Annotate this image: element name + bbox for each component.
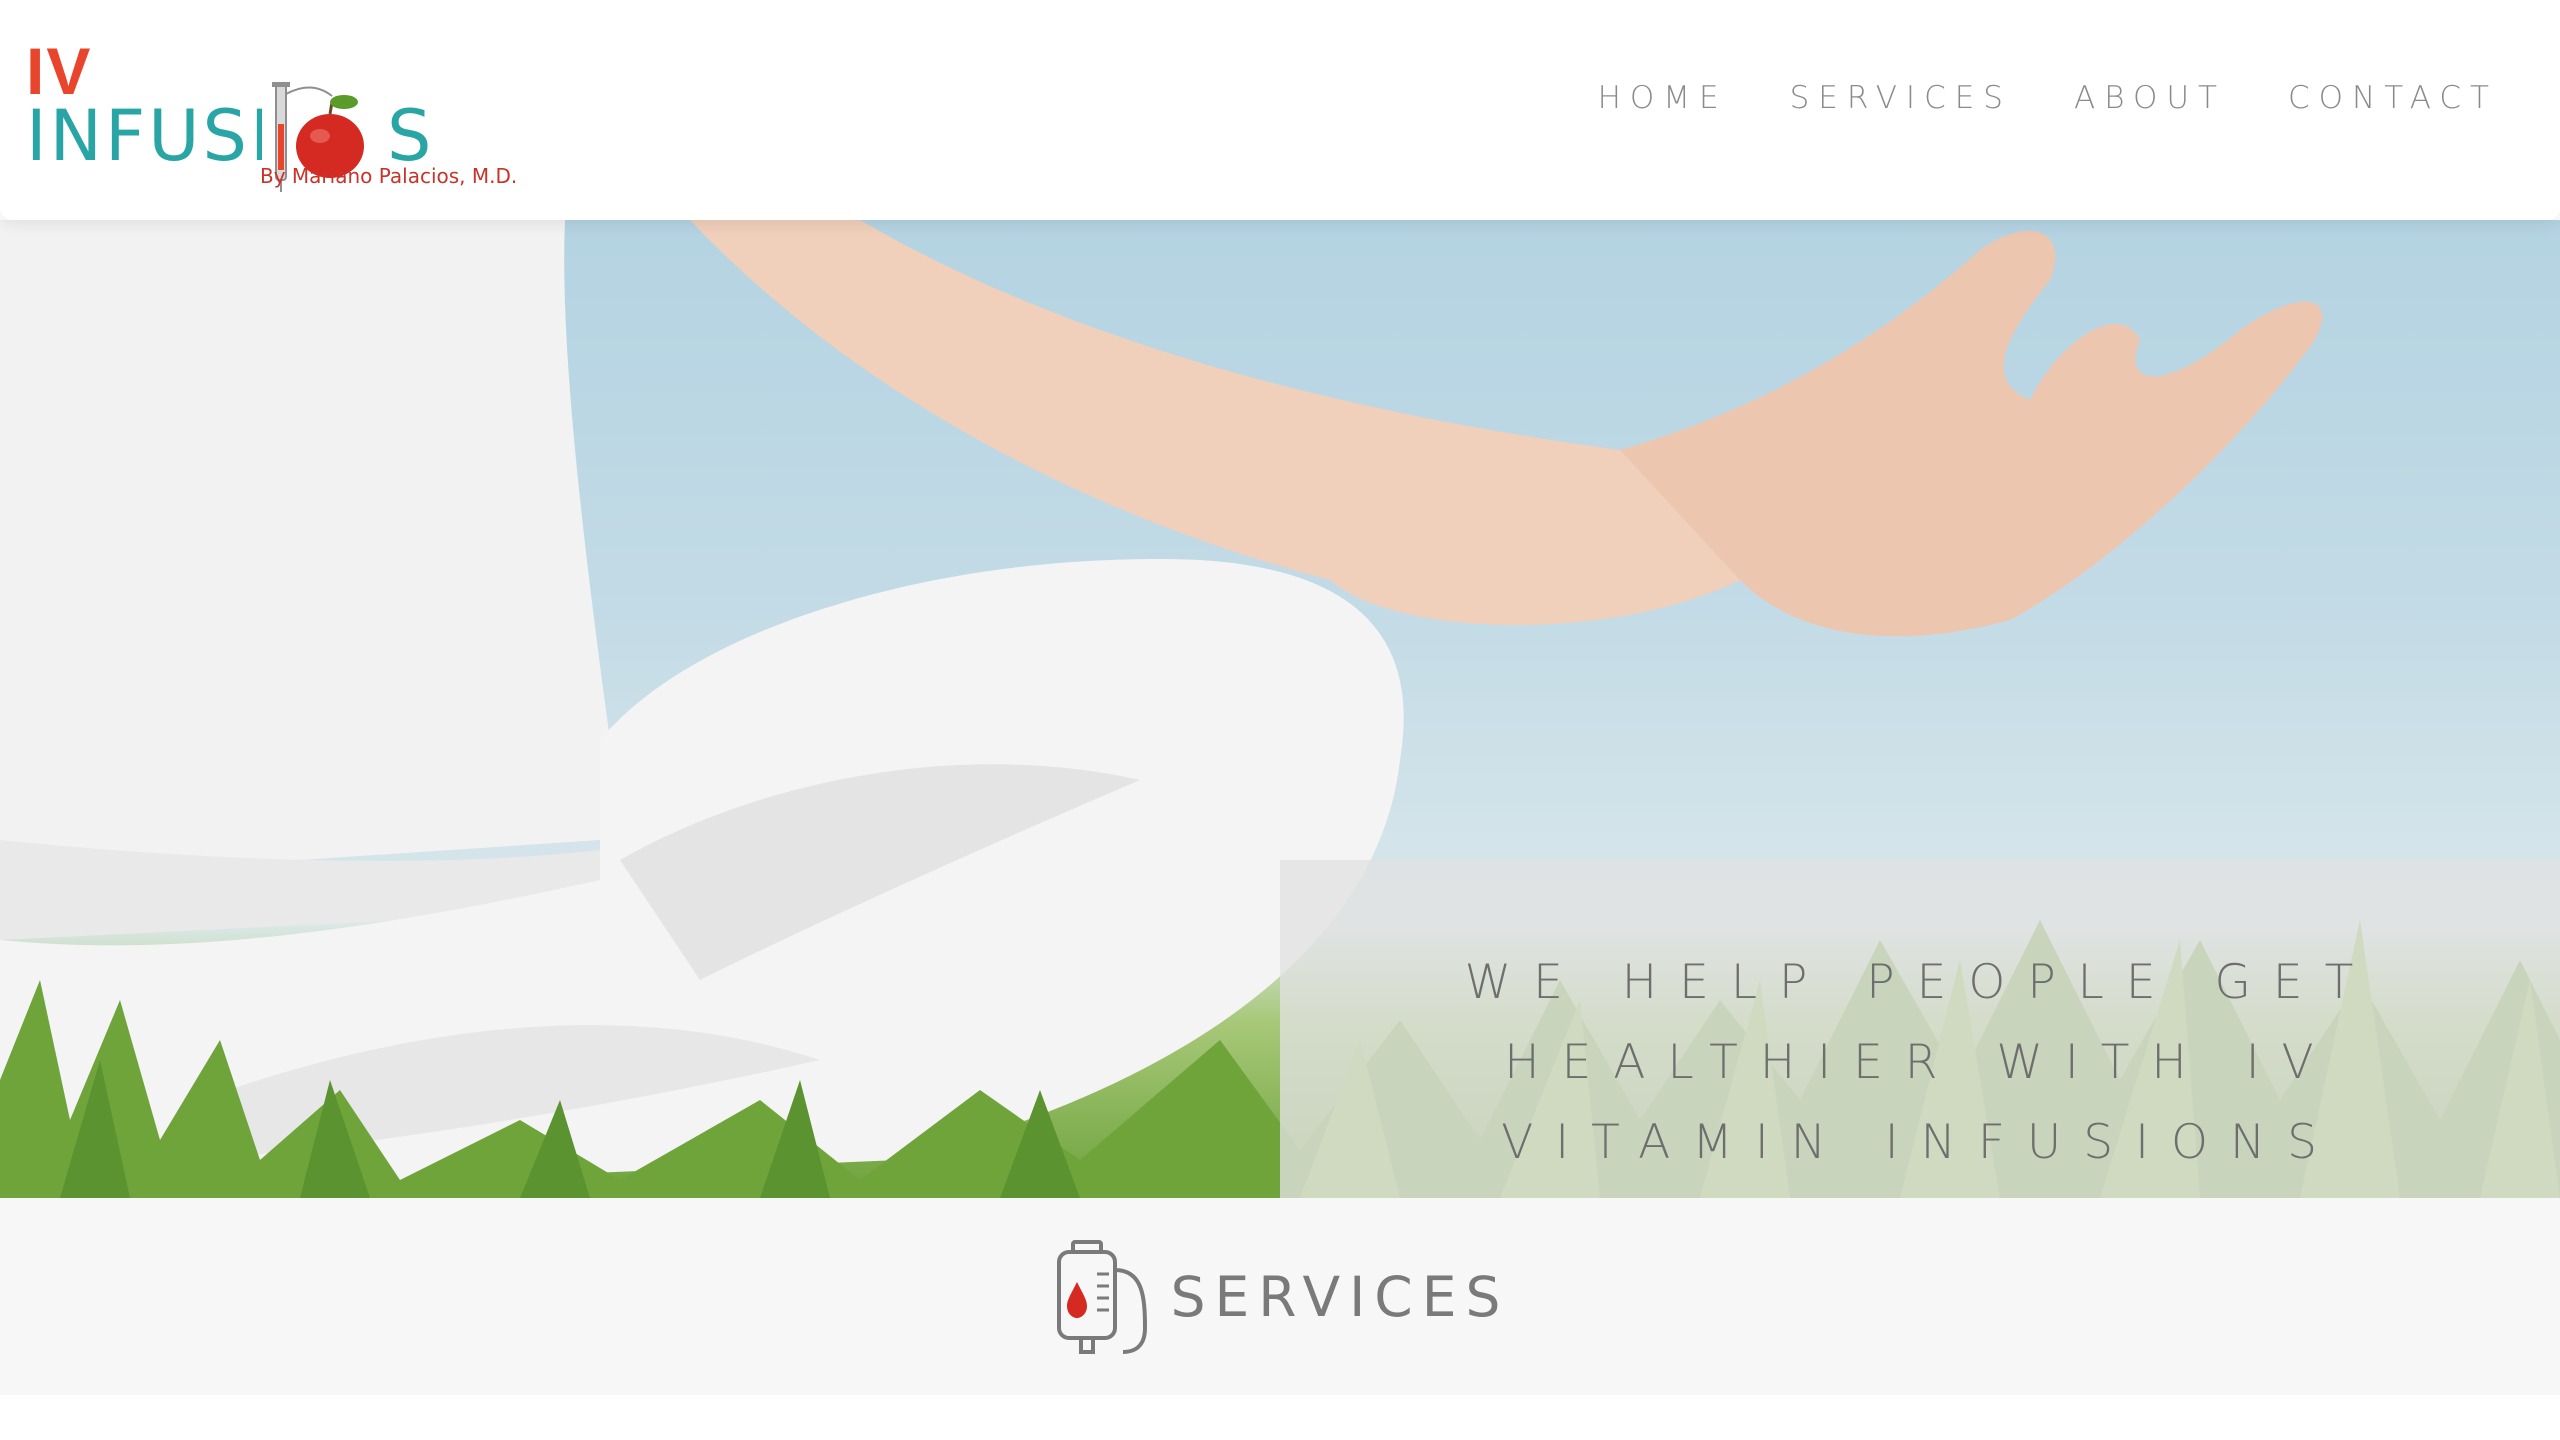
- brand-logo[interactable]: IV INFUSIONS By Mariano Palacios, M.D.: [26, 38, 517, 198]
- tagline-panel: WE HELP PEOPLE GET HEALTHIER WITH IV VIT…: [1280, 860, 2560, 1198]
- logo-byline: By Mariano Palacios, M.D.: [260, 164, 518, 188]
- hero-tagline: WE HELP PEOPLE GET HEALTHIER WITH IV VIT…: [1464, 954, 2376, 1170]
- services-heading: SERVICES: [1170, 1264, 1510, 1329]
- main-nav: HOME SERVICES ABOUT CONTACT: [1598, 80, 2498, 116]
- nav-about[interactable]: ABOUT: [2074, 80, 2226, 116]
- hero-banner: WE HELP PEOPLE GET HEALTHIER WITH IV VIT…: [0, 220, 2560, 1198]
- nav-contact[interactable]: CONTACT: [2288, 80, 2498, 116]
- site-header: IV INFUSIONS By Mariano Palacios, M.D. H…: [0, 0, 2560, 220]
- nav-services[interactable]: SERVICES: [1790, 80, 2012, 116]
- nav-home[interactable]: HOME: [1598, 80, 1728, 116]
- services-section: SERVICES: [0, 1198, 2560, 1395]
- iv-bag-icon: [1056, 1239, 1147, 1354]
- page-bottom: [0, 1395, 2560, 1440]
